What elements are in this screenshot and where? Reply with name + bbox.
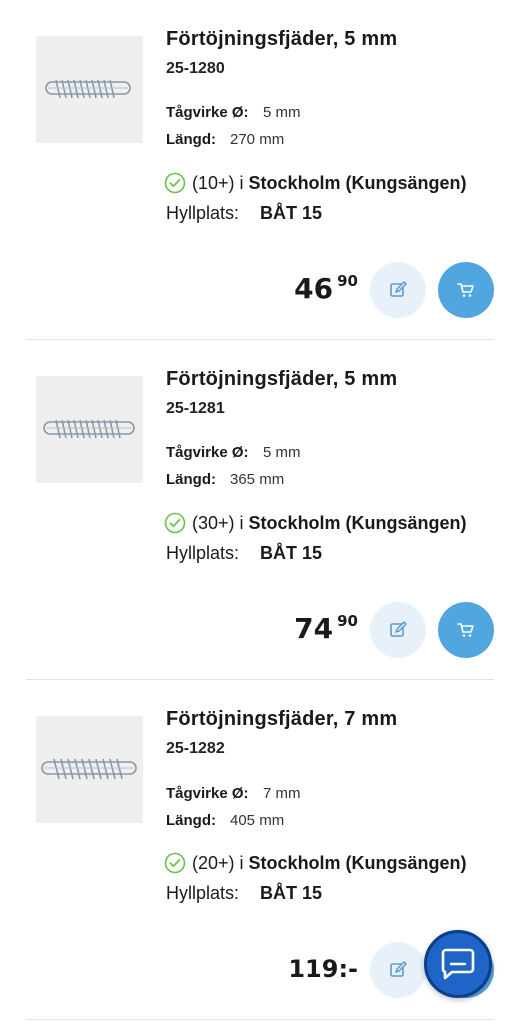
spec-rope-row: Tågvirke Ø: 5 mm [166, 444, 301, 461]
product-price: 74 90 [294, 612, 358, 645]
stock-status: (30+) i Stockholm (Kungsängen) [164, 512, 467, 534]
spec-label: Längd: [166, 131, 216, 148]
stock-count: (10+) i [192, 172, 244, 193]
shopping-cart-icon [457, 623, 474, 637]
spring-image [43, 419, 135, 439]
spec-value: 405 mm [230, 812, 285, 829]
spec-label: Längd: [166, 812, 216, 829]
check-circle-icon [164, 852, 186, 874]
shelf-location: Hyllplats: BÅT 15 [166, 203, 322, 224]
spec-label: Tågvirke Ø: [166, 444, 249, 461]
stock-status: (20+) i Stockholm (Kungsängen) [164, 852, 467, 874]
shelf-location: Hyllplats: BÅT 15 [166, 883, 322, 904]
shelf-value: BÅT 15 [260, 203, 323, 223]
product-card[interactable]: Förtöjningsfjäder, 5 mm 25-1281 Tågvirke… [0, 340, 518, 680]
chat-button[interactable] [424, 930, 492, 998]
price-cents: 90 [337, 612, 358, 630]
product-price: 119:- [288, 955, 358, 983]
spec-value: 270 mm [230, 131, 285, 148]
stock-count: (20+) i [192, 852, 244, 873]
product-title[interactable]: Förtöjningsfjäder, 5 mm [166, 28, 397, 51]
shelf-value: BÅT 15 [260, 883, 323, 903]
spec-length-row: Längd: 365 mm [166, 471, 284, 488]
check-circle-icon [164, 172, 186, 194]
add-note-button[interactable] [370, 602, 426, 658]
spec-rope-row: Tågvirke Ø: 5 mm [166, 104, 301, 121]
add-to-cart-button[interactable] [438, 262, 494, 318]
shelf-value: BÅT 15 [260, 543, 323, 563]
spec-label: Tågvirke Ø: [166, 785, 249, 802]
add-note-button[interactable] [370, 262, 426, 318]
spring-image [41, 758, 137, 780]
edit-note-icon [390, 961, 407, 977]
product-image[interactable] [36, 376, 143, 483]
price-main: 74 [294, 612, 334, 645]
stock-store: Stockholm (Kungsängen) [248, 852, 467, 873]
stock-status: (10+) i Stockholm (Kungsängen) [164, 172, 467, 194]
product-image[interactable] [36, 36, 143, 143]
check-circle-icon [164, 512, 186, 534]
shelf-label: Hyllplats: [166, 543, 240, 563]
stock-count: (30+) i [192, 512, 244, 533]
chat-bubble-icon [441, 948, 475, 980]
shelf-label: Hyllplats: [166, 883, 240, 903]
product-card[interactable]: Förtöjningsfjäder, 5 mm 25-1280 Tågvirke… [0, 0, 518, 340]
spec-rope-row: Tågvirke Ø: 7 mm [166, 785, 301, 802]
price-main: 46 [294, 272, 334, 305]
product-price: 46 90 [294, 272, 358, 305]
edit-note-icon [390, 281, 407, 297]
spec-length-row: Längd: 270 mm [166, 131, 284, 148]
stock-store: Stockholm (Kungsängen) [248, 512, 467, 533]
product-title[interactable]: Förtöjningsfjäder, 5 mm [166, 368, 397, 391]
add-to-cart-button[interactable] [438, 602, 494, 658]
spring-image [45, 79, 131, 99]
price-cents: 90 [337, 272, 358, 290]
divider [26, 1019, 494, 1020]
spec-length-row: Längd: 405 mm [166, 812, 284, 829]
product-sku: 25-1282 [166, 740, 225, 757]
product-image[interactable] [36, 716, 143, 823]
spec-label: Längd: [166, 471, 216, 488]
product-title[interactable]: Förtöjningsfjäder, 7 mm [166, 708, 397, 731]
product-sku: 25-1281 [166, 400, 225, 417]
shopping-cart-icon [457, 283, 474, 297]
shelf-label: Hyllplats: [166, 203, 240, 223]
spec-label: Tågvirke Ø: [166, 104, 249, 121]
product-sku: 25-1280 [166, 60, 225, 77]
edit-note-icon [390, 621, 407, 637]
spec-value: 7 mm [263, 785, 301, 802]
stock-store: Stockholm (Kungsängen) [248, 172, 467, 193]
shelf-location: Hyllplats: BÅT 15 [166, 543, 322, 564]
spec-value: 5 mm [263, 104, 301, 121]
add-note-button[interactable] [370, 942, 426, 998]
spec-value: 365 mm [230, 471, 285, 488]
spec-value: 5 mm [263, 444, 301, 461]
